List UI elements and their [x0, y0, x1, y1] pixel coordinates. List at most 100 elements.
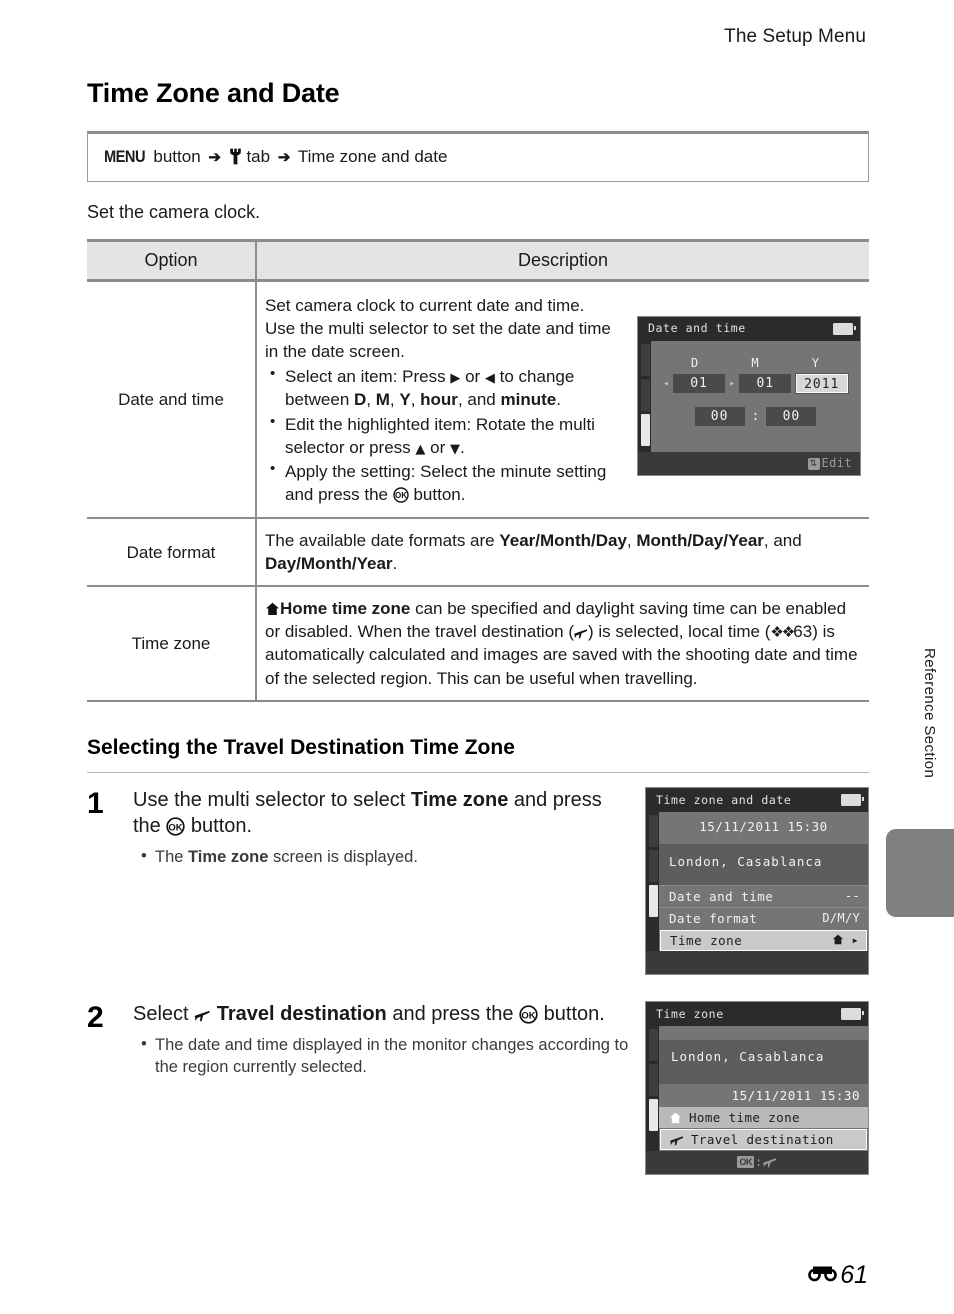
tab-segment [649, 1028, 658, 1061]
step-number: 2 [87, 1000, 104, 1034]
menu-path-tab-word: tab [246, 147, 271, 166]
step-1-text: Use the multi selector to select Time zo… [133, 788, 602, 838]
current-datetime: 15/11/2011 15:30 [731, 1087, 860, 1103]
screen-title-bar: Date and time [638, 317, 860, 341]
time-colon: : [751, 408, 760, 424]
wrench-tab-icon [229, 147, 247, 166]
menu-path-box: MENU button ➔ tab ➔ Time zone and date [87, 131, 869, 182]
screen-footer: OK : [646, 1150, 868, 1174]
screen-title: Time zone [656, 1006, 724, 1021]
airplane-icon [574, 626, 588, 641]
table-row: Time zone Home time zone can be specifie… [87, 586, 869, 702]
menu-item-home-time-zone[interactable]: Home time zone [659, 1106, 868, 1128]
ok-button-icon: OK [519, 1003, 538, 1025]
list-item: The Time zone screen is displayed. [141, 845, 635, 868]
menu-path-destination: Time zone and date [297, 147, 448, 166]
subsection-heading: Selecting the Travel Destination Time Zo… [87, 735, 515, 759]
table-row: Date and time Set camera clock to curren… [87, 280, 869, 519]
step-1-note: The Time zone screen is displayed. [133, 845, 635, 868]
tab-strip [646, 812, 659, 951]
year-field[interactable]: 2011 [795, 374, 848, 394]
screen-main: D M Y ◂ 01 ▸ 01 2011 00: 00 [651, 341, 860, 452]
screen-main: 15/11/2011 15:30 London, Casablanca Date… [659, 811, 868, 951]
screen-main: London, Casablanca 15/11/2011 15:30 Home… [659, 1025, 868, 1151]
menu-item-travel-destination[interactable]: Travel destination [660, 1128, 867, 1150]
spacer [659, 1025, 868, 1040]
chevron-right-icon: ▸ [851, 933, 859, 948]
screenshot-time-zone: Time zone London, Casablanca 15/11/2011 … [645, 1000, 869, 1175]
screen-title: Time zone and date [656, 792, 792, 807]
menu-path-button-word: button [153, 147, 201, 166]
tab-segment [649, 849, 658, 882]
home-icon [265, 599, 280, 618]
option-name-time-zone: Time zone [87, 586, 257, 702]
arrow-right-glyph: ▶ [450, 371, 461, 387]
running-head: The Setup Menu [724, 26, 866, 47]
divider [87, 771, 869, 773]
menu-item-label: Travel destination [691, 1131, 834, 1147]
bullet-select-item: Select an item: Press ▶ or ◀ to change b… [270, 364, 625, 411]
step-2-text: Select Travel destination and press the … [133, 1002, 605, 1025]
screen-title: Date and time [648, 321, 746, 336]
tab-segment-selected [641, 414, 650, 446]
page-number: 61 [840, 1261, 868, 1289]
reference-section-icon: ❖❖ [770, 623, 795, 642]
svg-text:OK: OK [395, 491, 407, 500]
step-2-block: 2 Select Travel destination and press th… [87, 1000, 869, 1175]
screen-footer [646, 950, 868, 974]
menu-item-date-and-time[interactable]: Date and time -- [659, 884, 868, 907]
date-field-labels: D M Y [651, 341, 860, 371]
step-1: 1 Use the multi selector to select Time … [87, 787, 635, 869]
tab-segment [649, 814, 658, 847]
step-1-block: 1 Use the multi selector to select Time … [87, 786, 869, 975]
lead-text: Set the camera clock. [87, 202, 261, 222]
ok-button-icon: OK [166, 815, 186, 837]
label-day: D [691, 356, 700, 370]
screen-body: London, Casablanca 15/11/2011 15:30 Home… [646, 1025, 868, 1151]
left-arrow-icon: ◂ [663, 378, 669, 389]
description-time-zone: Home time zone can be specified and dayl… [256, 586, 869, 702]
menu-button-label: MENU [104, 147, 145, 166]
label-month: M [751, 356, 760, 370]
time-fields: 00 : 00 [651, 393, 860, 427]
current-datetime: 15/11/2011 15:30 [699, 818, 828, 834]
ok-button-icon: OK [737, 1156, 754, 1169]
current-city: London, Casablanca [659, 843, 868, 885]
description-date-and-time: Set camera clock to current date and tim… [256, 280, 869, 519]
menu-item-label: Date format [669, 910, 758, 926]
tab-segment-selected [649, 884, 658, 917]
minute-field[interactable]: 00 [766, 407, 817, 427]
menu-item-value: ▸ [832, 933, 859, 947]
battery-icon [841, 1007, 864, 1020]
bullet-edit-item: Edit the highlighted item: Rotate the mu… [270, 412, 625, 459]
label-year: Y [811, 356, 820, 370]
step-2-note: The date and time displayed in the monit… [133, 1033, 635, 1079]
home-icon [669, 1110, 682, 1125]
page-footer: 61 [808, 1261, 868, 1290]
screen-title-bar: Time zone [646, 1001, 868, 1026]
right-arrow-icon: ▸ [729, 378, 735, 389]
screenshot-time-zone-and-date: Time zone and date 15/11/2011 15:30 Lond… [645, 786, 869, 975]
month-field[interactable]: 01 [739, 374, 792, 394]
hour-field[interactable]: 00 [694, 407, 745, 427]
svg-text:OK: OK [521, 1010, 535, 1021]
footer-separator: : [754, 1155, 763, 1170]
tab-segment-selected [649, 1098, 658, 1131]
menu-item-label: Time zone [670, 932, 743, 948]
airplane-icon [762, 1155, 777, 1169]
menu-item-value: -- [844, 889, 860, 904]
arrow-right-icon-2: ➔ [277, 149, 291, 166]
menu-item-date-format[interactable]: Date format D/M/Y [659, 906, 868, 929]
menu-item-time-zone[interactable]: Time zone ▸ [660, 929, 867, 951]
menu-item-value: D/M/Y [822, 911, 860, 926]
day-field[interactable]: 01 [673, 374, 726, 394]
current-city: London, Casablanca [659, 1039, 868, 1084]
footer-label-edit: Edit [821, 456, 852, 471]
airplane-icon [670, 1132, 684, 1147]
airplane-icon [194, 1003, 211, 1025]
tab-segment [649, 1063, 658, 1096]
table-header-row: Option Description [87, 239, 869, 282]
svg-text:OK: OK [169, 822, 183, 833]
page-title: Time Zone and Date [87, 78, 340, 108]
